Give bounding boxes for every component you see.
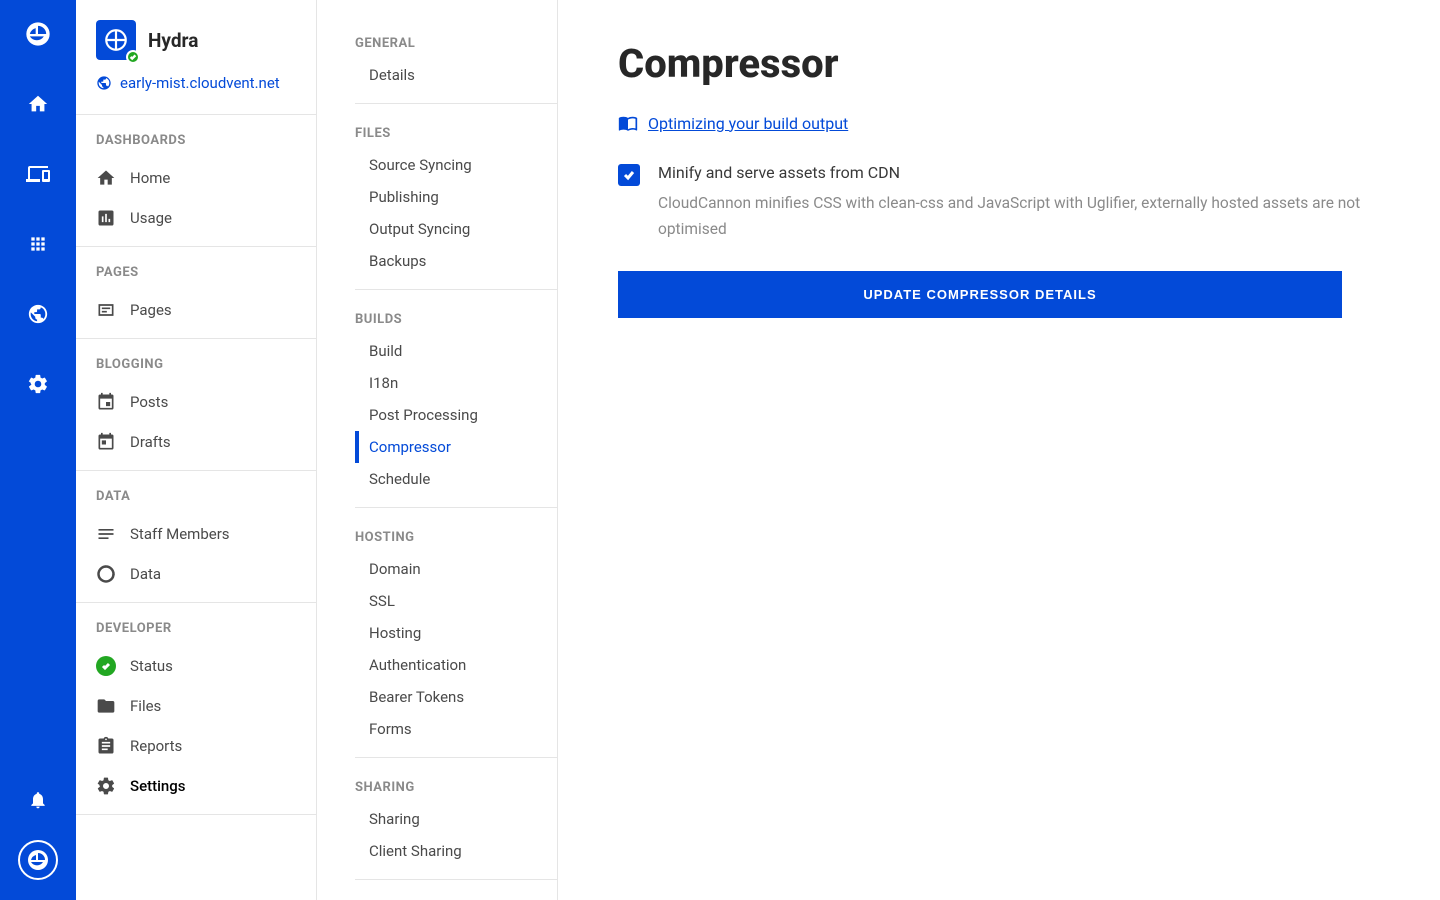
- sidebar-item-label: Reports: [130, 737, 182, 755]
- settings-item-output-syncing[interactable]: Output Syncing: [355, 213, 557, 245]
- sidebar-section-title: BLOGGING: [76, 353, 316, 382]
- check-icon: [622, 168, 636, 182]
- sidebar-item-reports[interactable]: Reports: [76, 726, 316, 766]
- settings-item-compressor[interactable]: Compressor: [355, 431, 557, 463]
- settings-item-i18n[interactable]: I18n: [355, 367, 557, 399]
- settings-section-title: HOSTING: [317, 526, 557, 553]
- doc-link[interactable]: Optimizing your build output: [618, 113, 1380, 133]
- sidebar-item-posts[interactable]: Posts: [76, 382, 316, 422]
- status-badge-icon: [126, 50, 140, 64]
- project-title: Hydra: [148, 29, 198, 52]
- settings-section-title: BUILDS: [317, 308, 557, 335]
- update-button[interactable]: UPDATE COMPRESSOR DETAILS: [618, 271, 1342, 318]
- sidebar-item-pages[interactable]: Pages: [76, 290, 316, 330]
- rail-globe-icon[interactable]: [18, 294, 58, 334]
- settings-item-authentication[interactable]: Authentication: [355, 649, 557, 681]
- status-ok-icon: [96, 656, 116, 676]
- assignment-icon: [96, 736, 116, 756]
- globe-icon: [96, 75, 112, 91]
- sidebar-section-title: DATA: [76, 485, 316, 514]
- sidebar-section-title: PAGES: [76, 261, 316, 290]
- sidebar-section-title: DEVELOPER: [76, 617, 316, 646]
- main-content: Compressor Optimizing your build output …: [558, 0, 1440, 900]
- sidebar-item-home[interactable]: Home: [76, 158, 316, 198]
- folder-icon: [96, 696, 116, 716]
- sidebar-item-label: Files: [130, 697, 161, 715]
- settings-item-schedule[interactable]: Schedule: [355, 463, 557, 495]
- gear-icon: [96, 776, 116, 796]
- today-icon: [96, 432, 116, 452]
- settings-nav: GENERALDetails FILESSource SyncingPublish…: [317, 0, 558, 900]
- checkbox-description: CloudCannon minifies CSS with clean-css …: [658, 190, 1380, 243]
- settings-section-title: SHARING: [317, 776, 557, 803]
- settings-item-sharing[interactable]: Sharing: [355, 803, 557, 835]
- sidebar-item-label: Usage: [130, 209, 172, 227]
- sidebar-item-label: Settings: [130, 777, 186, 795]
- settings-item-post-processing[interactable]: Post Processing: [355, 399, 557, 431]
- minify-checkbox[interactable]: [618, 164, 640, 186]
- global-nav-rail: [0, 0, 76, 900]
- rail-avatar-icon[interactable]: [18, 840, 58, 880]
- page-heading: Compressor: [618, 40, 1380, 87]
- settings-item-source-syncing[interactable]: Source Syncing: [355, 149, 557, 181]
- settings-item-details[interactable]: Details: [355, 59, 557, 91]
- sidebar-item-files[interactable]: Files: [76, 686, 316, 726]
- doc-link-text[interactable]: Optimizing your build output: [648, 114, 848, 133]
- settings-item-domain[interactable]: Domain: [355, 553, 557, 585]
- sidebar-item-drafts[interactable]: Drafts: [76, 422, 316, 462]
- home-icon: [96, 168, 116, 188]
- settings-item-hosting[interactable]: Hosting: [355, 617, 557, 649]
- rail-devices-icon[interactable]: [18, 154, 58, 194]
- app-logo-icon[interactable]: [18, 14, 58, 54]
- settings-section-title: GENERAL: [317, 32, 557, 59]
- sidebar-item-staff-members[interactable]: Staff Members: [76, 514, 316, 554]
- chart-icon: [96, 208, 116, 228]
- sidebar-item-label: Drafts: [130, 433, 171, 451]
- settings-item-client-sharing[interactable]: Client Sharing: [355, 835, 557, 867]
- sidebar-item-status[interactable]: Status: [76, 646, 316, 686]
- checkbox-label: Minify and serve assets from CDN: [658, 163, 1380, 182]
- rail-home-icon[interactable]: [18, 84, 58, 124]
- sidebar-item-label: Data: [130, 565, 161, 583]
- project-url-link[interactable]: early-mist.cloudvent.net: [96, 74, 296, 106]
- sidebar-item-label: Pages: [130, 301, 172, 319]
- sidebar-item-usage[interactable]: Usage: [76, 198, 316, 238]
- settings-item-publishing[interactable]: Publishing: [355, 181, 557, 213]
- sidebar-item-label: Staff Members: [130, 525, 230, 543]
- settings-item-forms[interactable]: Forms: [355, 713, 557, 745]
- notes-icon: [96, 524, 116, 544]
- sidebar-item-data[interactable]: Data: [76, 554, 316, 594]
- book-icon: [618, 113, 638, 133]
- project-logo-icon: [96, 20, 136, 60]
- settings-item-backups[interactable]: Backups: [355, 245, 557, 277]
- page-icon: [96, 300, 116, 320]
- event-icon: [96, 392, 116, 412]
- rail-settings-icon[interactable]: [18, 364, 58, 404]
- project-sidebar: Hydra early-mist.cloudvent.net DASHBOARD…: [76, 0, 317, 900]
- settings-item-ssl[interactable]: SSL: [355, 585, 557, 617]
- sidebar-item-label: Posts: [130, 393, 168, 411]
- sidebar-item-label: Status: [130, 657, 173, 675]
- sidebar-item-settings[interactable]: Settings: [76, 766, 316, 806]
- settings-item-bearer-tokens[interactable]: Bearer Tokens: [355, 681, 557, 713]
- donut-icon: [96, 564, 116, 584]
- rail-apps-icon[interactable]: [18, 224, 58, 264]
- settings-item-build[interactable]: Build: [355, 335, 557, 367]
- sidebar-item-label: Home: [130, 169, 170, 187]
- sidebar-section-title: DASHBOARDS: [76, 129, 316, 158]
- rail-notifications-icon[interactable]: [18, 780, 58, 820]
- project-url: early-mist.cloudvent.net: [120, 74, 280, 92]
- settings-section-title: FILES: [317, 122, 557, 149]
